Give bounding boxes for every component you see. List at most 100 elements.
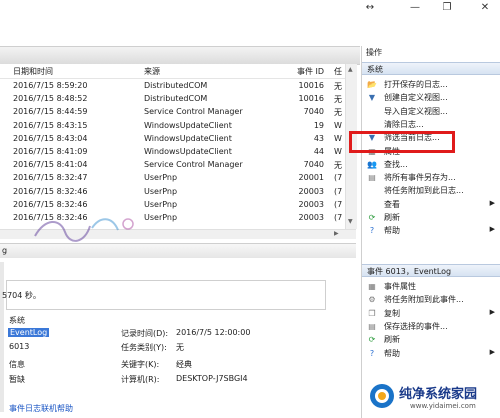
cell-source: WindowsUpdateClient — [144, 120, 232, 130]
cell-source: WindowsUpdateClient — [144, 133, 232, 143]
minimize-button[interactable]: — — [404, 0, 426, 16]
action-item[interactable]: 👥 查找... — [362, 158, 500, 171]
event-description-box[interactable]: 5704 秒。 — [2, 280, 326, 310]
action-item-label: 将任务附加到此日志... — [384, 186, 464, 196]
cell-date: 2016/7/15 8:41:04 — [13, 160, 88, 170]
col-id-header[interactable]: 事件 ID — [297, 66, 324, 77]
section-system[interactable]: 系统 — [362, 62, 500, 75]
action-item[interactable]: ▤ 将所有事件另存为... — [362, 171, 500, 184]
cell-date: 2016/7/15 8:43:15 — [13, 120, 88, 130]
action-item[interactable]: ▤ 保存选择的事件... — [362, 320, 500, 333]
highlight-box — [349, 131, 455, 153]
cell-source: DistributedCOM — [144, 81, 208, 90]
cell-id: 20001 — [298, 173, 324, 183]
save-icon: ▤ — [368, 173, 376, 183]
site-watermark: 纯净系统家园 www.yidaimei.com — [368, 380, 494, 414]
col-source-header[interactable]: 来源 — [144, 66, 160, 77]
action-item[interactable]: ⚙ 将任务附加到此事件... — [362, 293, 500, 306]
site-name: 纯净系统家园 — [399, 387, 478, 402]
action-item[interactable]: ⟳ 刷新 — [362, 333, 500, 346]
table-row[interactable]: 2016/7/15 8:32:46 UserPnp 20003 (7 — [0, 186, 345, 199]
close-button[interactable]: ✕ — [474, 0, 496, 16]
action-item[interactable]: 将任务附加到此日志... — [362, 184, 500, 197]
submenu-arrow-icon: ▶ — [489, 225, 495, 234]
action-item-label: 导入自定义视图... — [384, 106, 448, 116]
submenu-arrow-icon: ▶ — [489, 347, 495, 356]
source-value[interactable]: EventLog — [8, 328, 50, 337]
table-row[interactable]: 2016/7/15 8:43:04 WindowsUpdateClient 43 W — [0, 133, 345, 146]
refresh-icon: ⟳ — [368, 213, 376, 222]
action-item-label: 帮助 — [384, 348, 400, 358]
events-table: 日期和时间 来源 事件 ID 任 2016/7/15 8:59:20 Distri… — [0, 64, 345, 229]
action-item-label: 创建自定义视图... — [384, 93, 448, 103]
cell-id: 20003 — [298, 199, 324, 209]
cell-id: 44 — [313, 147, 324, 156]
action-item[interactable]: 📂 打开保存的日志... — [362, 78, 500, 91]
cell-id: 7040 — [303, 160, 324, 170]
filter-create-icon: ▼ — [368, 93, 376, 103]
action-item[interactable]: 清除日志... — [362, 118, 500, 131]
cell-date: 2016/7/15 8:41:09 — [13, 147, 88, 156]
action-item[interactable]: ▦ 事件属性 — [362, 280, 500, 293]
maximize-button[interactable]: ❐ — [436, 0, 458, 16]
action-item[interactable]: 查看 ▶ — [362, 198, 500, 211]
action-item[interactable]: ? 帮助 ▶ — [362, 347, 500, 360]
section-event[interactable]: 事件 6013，EventLog — [362, 264, 500, 277]
scroll-right-icon[interactable]: ▶ — [334, 230, 339, 237]
cell-task: W — [334, 133, 342, 143]
event-id-value: 6013 — [9, 342, 30, 351]
cell-task: W — [334, 147, 342, 156]
cell-task: 无 — [334, 108, 342, 118]
attach-task-icon: ⚙ — [368, 295, 376, 305]
action-item[interactable]: ❐ 复制 ▶ — [362, 307, 500, 320]
blank-icon — [367, 200, 377, 209]
action-item-label: 查找... — [384, 159, 408, 169]
action-item-label: 将任务附加到此事件... — [384, 295, 464, 305]
cell-task: (7 — [334, 199, 343, 209]
actions-pane: 操作 系统 📂 打开保存的日志... ▼ 创建自定义视图... 导入自定义视图... 清除… — [361, 46, 500, 418]
resize-icon[interactable]: ↔ — [359, 0, 381, 16]
cell-date: 2016/7/15 8:32:46 — [13, 186, 88, 196]
action-item-label: 清除日志... — [384, 119, 424, 129]
scroll-up-icon[interactable]: ▲ — [348, 66, 353, 73]
table-row[interactable]: 2016/7/15 8:43:15 WindowsUpdateClient 19 W — [0, 120, 345, 133]
table-row[interactable]: 2016/7/15 8:59:20 DistributedCOM 10016 无 — [0, 80, 345, 93]
keywords-value: 经典 — [176, 360, 192, 369]
action-item[interactable]: ⟳ 刷新 — [362, 211, 500, 224]
online-help-link[interactable]: 事件日志联机帮助 — [9, 403, 73, 414]
log-header-strip — [0, 46, 360, 65]
cell-source: DistributedCOM — [144, 94, 208, 104]
detail-header-text: g — [2, 246, 8, 255]
action-item-label: 事件属性 — [384, 282, 416, 291]
cell-id: 20003 — [298, 213, 324, 222]
table-row[interactable]: 2016/7/15 8:48:52 DistributedCOM 10016 无 — [0, 93, 345, 106]
action-item[interactable]: 导入自定义视图... — [362, 105, 500, 118]
table-row[interactable]: 2016/7/15 8:44:59 Service Control Manager… — [0, 106, 345, 119]
detail-left-edge — [0, 262, 4, 412]
site-logo-icon — [370, 384, 394, 408]
task-category-value: 无 — [176, 343, 184, 352]
title-bar: ↔ — ❐ ✕ — [0, 0, 500, 18]
folder-icon: 📂 — [367, 80, 377, 89]
blank-icon — [367, 186, 377, 195]
cell-task: (7 — [334, 213, 343, 222]
table-row[interactable]: 2016/7/15 8:32:47 UserPnp 20001 (7 — [0, 172, 345, 185]
action-item-label: 将所有事件另存为... — [384, 173, 456, 183]
cell-date: 2016/7/15 8:32:47 — [13, 173, 88, 183]
cell-task: 无 — [334, 95, 342, 105]
action-item[interactable]: ▼ 创建自定义视图... — [362, 91, 500, 104]
cell-id: 10016 — [298, 94, 324, 104]
col-task-header[interactable]: 任 — [334, 66, 342, 77]
scroll-down-icon[interactable]: ▼ — [348, 218, 353, 225]
table-row[interactable]: 2016/7/15 8:41:04 Service Control Manager… — [0, 159, 345, 172]
cell-task: 无 — [334, 161, 342, 171]
cell-id: 20003 — [298, 186, 324, 196]
level-value: 信息 — [9, 360, 25, 369]
cell-id: 43 — [313, 133, 324, 143]
actions-title: 操作 — [366, 48, 382, 57]
action-item[interactable]: ? 帮助 ▶ — [362, 224, 500, 237]
cell-date: 2016/7/15 8:48:52 — [13, 94, 88, 104]
table-row[interactable]: 2016/7/15 8:41:09 WindowsUpdateClient 44 W — [0, 146, 345, 159]
col-date-header[interactable]: 日期和时间 — [13, 66, 53, 77]
user-value: 暂缺 — [9, 375, 25, 384]
